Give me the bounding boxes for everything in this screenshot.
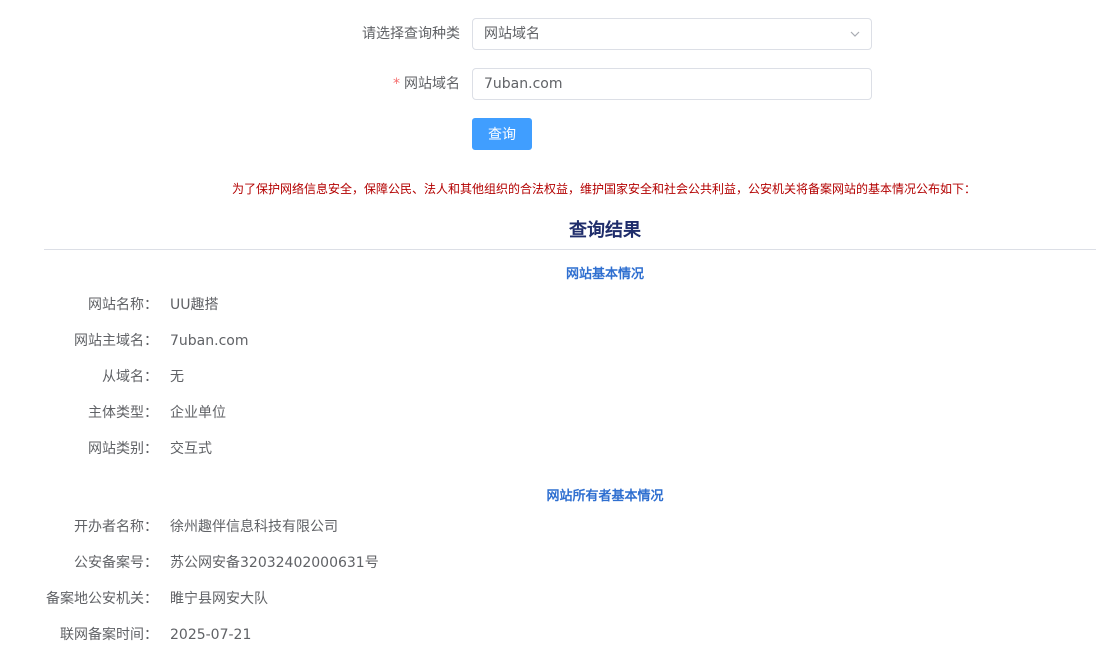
notice-text: 为了保护网络信息安全，保障公民、法人和其他组织的合法权益，维护国家安全和社会公共…: [232, 182, 977, 196]
query-type-value: 网站域名: [484, 26, 540, 42]
entity-type-value: 企业单位: [170, 405, 226, 421]
info-row-sub-domain: 从域名： 无: [0, 367, 1096, 387]
result-title: 查询结果: [569, 220, 641, 241]
domain-row: * 网站域名: [0, 68, 1096, 100]
record-number-label: 公安备案号：: [74, 555, 158, 571]
owner-section-title: 网站所有者基本情况: [546, 489, 664, 504]
sub-domain-label: 从域名：: [102, 369, 158, 385]
info-row-record-number: 公安备案号： 苏公网安备32032402000631号: [0, 553, 1096, 573]
required-mark: *: [393, 76, 400, 92]
domain-input[interactable]: [472, 68, 872, 100]
info-row-police-office: 备案地公安机关： 睢宁县网安大队: [0, 589, 1096, 609]
record-date-value: 2025-07-21: [170, 627, 252, 643]
query-button[interactable]: 查询: [472, 118, 532, 150]
site-name-label: 网站名称：: [88, 297, 158, 313]
site-category-value: 交互式: [170, 441, 212, 457]
domain-label-text: 网站域名: [404, 76, 460, 92]
site-section-title: 网站基本情况: [565, 267, 644, 282]
domain-label: * 网站域名: [393, 68, 460, 100]
police-office-value: 睢宁县网安大队: [170, 591, 268, 607]
info-row-owner-name: 开办者名称： 徐州趣伴信息科技有限公司: [0, 517, 1096, 537]
main-domain-value: 7uban.com: [170, 333, 249, 349]
info-row-site-name: 网站名称： UU趣搭: [0, 295, 1096, 315]
site-name-value: UU趣搭: [170, 297, 219, 313]
info-row-site-category: 网站类别： 交互式: [0, 439, 1096, 459]
entity-type-label: 主体类型：: [88, 405, 158, 421]
query-type-select[interactable]: 网站域名: [472, 18, 872, 50]
owner-name-label: 开办者名称：: [74, 519, 158, 535]
site-category-label: 网站类别：: [88, 441, 158, 457]
query-type-row: 请选择查询种类 网站域名: [0, 18, 1096, 50]
info-row-entity-type: 主体类型： 企业单位: [0, 403, 1096, 423]
owner-name-value: 徐州趣伴信息科技有限公司: [170, 519, 338, 535]
chevron-down-icon: [850, 31, 860, 37]
record-number-value: 苏公网安备32032402000631号: [170, 555, 379, 571]
police-office-label: 备案地公安机关：: [46, 591, 158, 607]
sub-domain-value: 无: [170, 369, 184, 385]
query-type-label: 请选择查询种类: [362, 26, 460, 42]
result-divider: [44, 249, 1096, 250]
info-row-record-date: 联网备案时间： 2025-07-21: [0, 625, 1096, 645]
info-row-main-domain: 网站主域名： 7uban.com: [0, 331, 1096, 351]
record-date-label: 联网备案时间：: [60, 627, 158, 643]
main-domain-label: 网站主域名：: [74, 333, 158, 349]
